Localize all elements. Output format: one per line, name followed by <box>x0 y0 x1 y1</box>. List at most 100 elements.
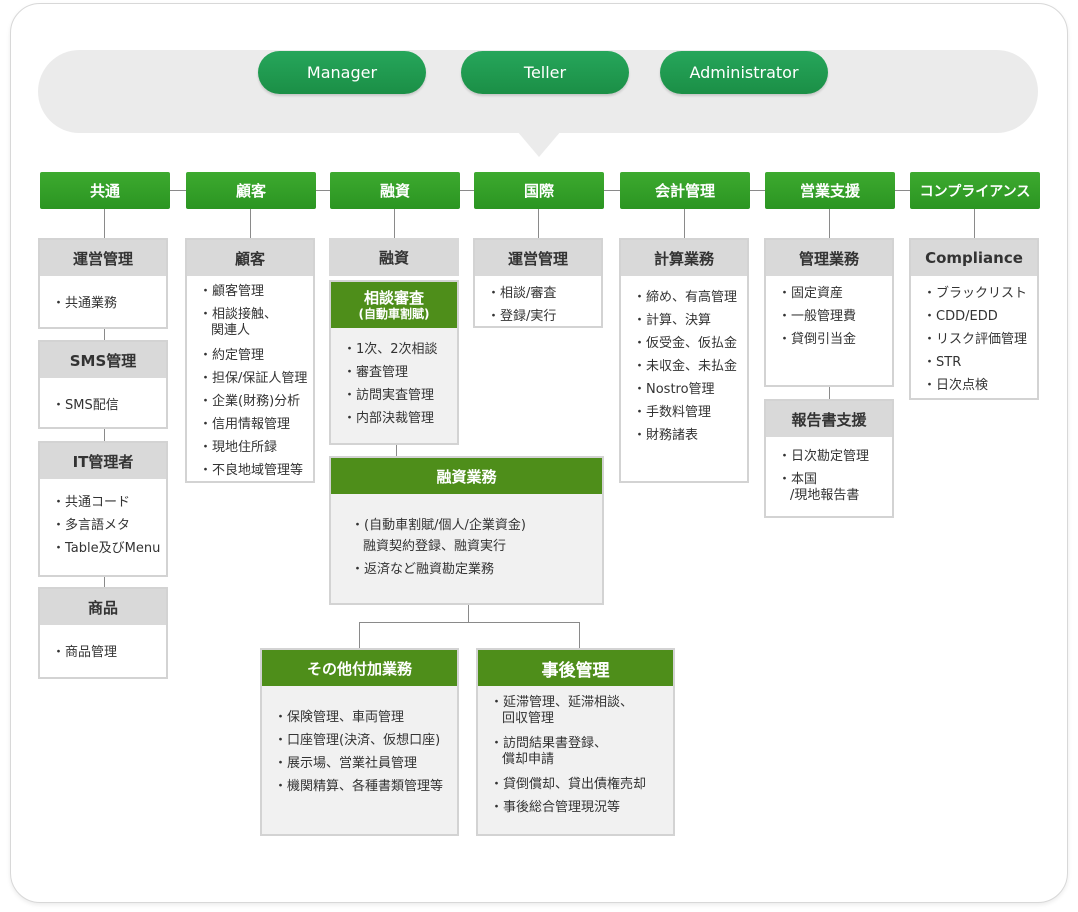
list-item: ・機関精算、各種書類管理等 <box>274 779 444 794</box>
connector <box>468 604 469 622</box>
box-kyotsu-unei: 運営管理 ・共通業務 <box>38 238 168 329</box>
list-item: ・手数料管理 <box>633 405 712 420</box>
list-item: ・未収金、未払金 <box>633 359 738 374</box>
category-kokusai: 国際 <box>474 172 604 209</box>
list-item: ・担保/保証人管理 <box>199 371 308 386</box>
roles-cloud-pointer <box>517 131 561 157</box>
list-item: ・登録/実行 <box>487 309 557 324</box>
box-title: 計算業務 <box>621 240 747 276</box>
list-item: ・企業(財務)分析 <box>199 394 301 409</box>
box-title: 運営管理 <box>475 240 601 276</box>
list-item: ・展示場、営業社員管理 <box>274 756 418 771</box>
list-item: ・Table及びMenu <box>52 541 161 556</box>
list-item: ・保険管理、車両管理 <box>274 710 405 725</box>
list-item: ・多言語メタ <box>52 518 131 533</box>
role-teller: Teller <box>461 51 629 94</box>
box-title: 融資業務 <box>331 458 602 494</box>
category-kokyaku: 顧客 <box>186 172 316 209</box>
box-title: 顧客 <box>187 240 313 276</box>
list-item: ・(自動車割賦/個人/企業資金) <box>351 518 526 533</box>
list-item: ・STR <box>923 355 962 370</box>
list-item: ・締め、有高管理 <box>633 290 738 305</box>
list-item: ・ブラックリスト <box>923 286 1028 301</box>
box-kanri: 管理業務 ・固定資産 ・一般管理費 ・貸倒引当金 <box>764 238 894 387</box>
box-sms: SMS管理 ・SMS配信 <box>38 340 168 429</box>
list-item-continuation: 融資契約登録、融資実行 <box>363 539 507 554</box>
list-item: ・Nostro管理 <box>633 382 715 397</box>
box-title: SMS管理 <box>40 342 166 378</box>
box-it: IT管理者 ・共通コード ・多言語メタ ・Table及びMenu <box>38 441 168 577</box>
box-sonota: その他付加業務 ・保険管理、車両管理 ・口座管理(決済、仮想口座) ・展示場、営… <box>260 648 459 836</box>
box-title: 商品 <box>40 589 166 625</box>
connector <box>538 209 539 239</box>
list-item: ・日次勘定管理 <box>778 449 870 464</box>
connector <box>359 622 579 623</box>
connector <box>829 209 830 239</box>
box-jigo: 事後管理 ・延滞管理、延滞相談、 回収管理 ・訪問結果書登録、 償却申請 ・貸倒… <box>476 648 675 836</box>
box-compliance: Compliance ・ブラックリスト ・CDD/EDD ・リスク評価管理 ・S… <box>909 238 1039 400</box>
connector <box>974 209 975 239</box>
list-item: ・日次点検 <box>923 378 989 393</box>
list-item: ・固定資産 <box>778 286 844 301</box>
category-kyotsu: 共通 <box>40 172 170 209</box>
box-yushi: 融資 <box>329 238 459 276</box>
category-yushi: 融資 <box>330 172 460 209</box>
category-compliance: コンプライアンス <box>910 172 1040 209</box>
box-kokusai-unei: 運営管理 ・相談/審査 ・登録/実行 <box>473 238 603 328</box>
list-item: ・1次、2次相談 <box>343 342 438 357</box>
box-title: 管理業務 <box>766 240 892 276</box>
connector <box>250 209 251 239</box>
list-item: ・貸倒償却、貸出債権売却 <box>490 777 647 792</box>
box-subtitle: (自動車割賦) <box>358 306 430 321</box>
list-item: ・不良地域管理等 <box>199 463 304 478</box>
box-hokoku: 報告書支援 ・日次勘定管理 ・本国 /現地報告書 <box>764 399 894 518</box>
list-item: ・共通業務 <box>52 296 118 311</box>
list-item: ・訪問実査管理 <box>343 388 435 403</box>
box-title: 相談審査 (自動車割賦) <box>331 282 457 328</box>
box-keisan: 計算業務 ・締め、有高管理 ・計算、決算 ・仮受金、仮払金 ・未収金、未払金 ・… <box>619 238 749 483</box>
list-item: ・返済など融資勘定業務 <box>351 562 495 577</box>
list-item: ・商品管理 <box>52 645 118 660</box>
box-title: 報告書支援 <box>766 401 892 437</box>
category-eigyo: 営業支援 <box>765 172 895 209</box>
list-item: ・計算、決算 <box>633 313 712 328</box>
connector <box>359 622 360 650</box>
category-kaikei: 会計管理 <box>620 172 750 209</box>
list-item: ・相談/審査 <box>487 286 557 301</box>
box-kokyaku: 顧客 ・顧客管理 ・相談接触、 関連人 ・約定管理 ・担保/保証人管理 ・企業(… <box>185 238 315 483</box>
box-shohin: 商品 ・商品管理 <box>38 587 168 679</box>
connector <box>684 209 685 239</box>
list-item: ・貸倒引当金 <box>778 332 857 347</box>
list-item: ・事後総合管理現況等 <box>490 800 621 815</box>
connector <box>579 622 580 650</box>
box-title: 融資 <box>329 238 459 276</box>
role-manager: Manager <box>258 51 426 94</box>
list-item: ・共通コード <box>52 495 131 510</box>
connector <box>394 209 395 239</box>
box-title: 運営管理 <box>40 240 166 276</box>
list-item: 融資契約登録、融資実行 <box>351 535 602 558</box>
list-item: ・審査管理 <box>343 365 409 380</box>
list-item: ・口座管理(決済、仮想口座) <box>274 733 441 748</box>
connector <box>104 428 105 442</box>
box-title: 事後管理 <box>478 650 673 686</box>
list-item: ・財務諸表 <box>633 428 699 443</box>
role-administrator: Administrator <box>660 51 828 94</box>
list-item: ・内部決裁管理 <box>343 411 435 426</box>
box-title: その他付加業務 <box>262 650 457 686</box>
box-title-main: 相談審査 <box>363 288 424 307</box>
list-item: ・リスク評価管理 <box>923 332 1028 347</box>
box-yushi-gyomu: 融資業務 ・(自動車割賦/個人/企業資金) 融資契約登録、融資実行 ・返済など融… <box>329 456 604 605</box>
list-item: ・現地住所録 <box>199 440 278 455</box>
list-item: /現地報告書 <box>778 487 892 505</box>
connector <box>829 386 830 400</box>
list-item: ・一般管理費 <box>778 309 857 324</box>
list-item: ・CDD/EDD <box>923 309 998 324</box>
connector <box>104 209 105 239</box>
list-item-continuation: /現地報告書 <box>790 488 860 503</box>
box-title: Compliance <box>911 240 1037 276</box>
list-item: ・仮受金、仮払金 <box>633 336 738 351</box>
list-item: ・信用情報管理 <box>199 417 291 432</box>
list-item: ・約定管理 <box>199 348 265 363</box>
list-item: ・SMS配信 <box>52 398 119 413</box>
